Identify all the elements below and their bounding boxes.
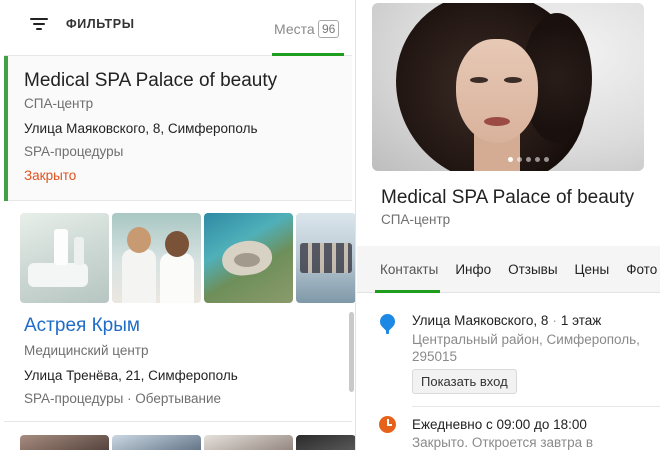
result-photo[interactable] xyxy=(296,435,355,450)
result-photo[interactable] xyxy=(112,213,201,303)
result-photo[interactable] xyxy=(20,213,109,303)
details-tabs: Контакты Инфо Отзывы Цены Фото xyxy=(380,262,660,277)
places-count-badge: 96 xyxy=(318,20,340,38)
tab-contacts[interactable]: Контакты xyxy=(380,262,438,277)
clock-icon xyxy=(379,416,396,433)
places-tab-label: Места xyxy=(274,21,315,37)
main-photo[interactable] xyxy=(372,3,644,171)
photo-pagination xyxy=(508,157,549,162)
address-street: Улица Маяковского, 8 xyxy=(412,313,549,328)
list-scrollbar[interactable] xyxy=(349,312,354,392)
result-title[interactable]: Medical SPA Palace of beauty xyxy=(24,70,277,92)
place-category: СПА-центр xyxy=(381,212,451,227)
tab-prices[interactable]: Цены xyxy=(575,262,610,277)
result-photos xyxy=(20,435,355,450)
address-floor: 1 этаж xyxy=(560,313,602,328)
result-photo[interactable] xyxy=(112,435,201,450)
result-photo[interactable] xyxy=(204,213,293,303)
results-panel: ФИЛЬТРЫ Места 96 Medical SPA Palace of b… xyxy=(0,0,356,450)
result-address: Улица Маяковского, 8, Симферополь xyxy=(24,121,258,136)
result-tags: SPA-процедуры · Обертывание xyxy=(24,391,222,406)
result-title-link[interactable]: Астрея Крым xyxy=(24,315,140,337)
photo-dot[interactable] xyxy=(544,157,549,162)
result-address: Улица Тренёва, 21, Симферополь xyxy=(24,368,238,383)
selected-indicator xyxy=(4,56,8,201)
divider xyxy=(412,406,660,407)
result-category: СПА-центр xyxy=(24,96,94,111)
result-photo[interactable] xyxy=(296,213,355,303)
result-card-partial[interactable] xyxy=(4,423,355,450)
active-tab-indicator xyxy=(375,290,440,293)
result-card[interactable]: Астрея Крым Медицинский центр Улица Трен… xyxy=(4,202,355,422)
tab-places[interactable]: Места 96 xyxy=(272,0,344,56)
result-status: Закрыто xyxy=(24,168,77,183)
map-pin-icon-stem xyxy=(386,326,389,334)
tab-info[interactable]: Инфо xyxy=(455,262,491,277)
opening-status[interactable]: Закрыто. Откроется завтра в xyxy=(412,435,593,450)
result-photo[interactable] xyxy=(204,435,293,450)
show-entrance-button[interactable]: Показать вход xyxy=(412,369,517,394)
photo-dot[interactable] xyxy=(517,157,522,162)
filters-button[interactable]: ФИЛЬТРЫ xyxy=(30,17,135,31)
filter-icon xyxy=(30,17,48,31)
list-header: ФИЛЬТРЫ Места 96 xyxy=(4,0,352,56)
details-panel: Medical SPA Palace of beauty СПА-центр К… xyxy=(357,0,660,450)
photo-dot-active[interactable] xyxy=(508,157,513,162)
photo-dot[interactable] xyxy=(535,157,540,162)
photo-dot[interactable] xyxy=(526,157,531,162)
tab-photos[interactable]: Фото xyxy=(626,262,657,277)
result-tags: SPA-процедуры xyxy=(24,144,124,159)
result-photo[interactable] xyxy=(20,435,109,450)
opening-hours: Ежедневно с 09:00 до 18:00 xyxy=(412,417,587,432)
address-area: Центральный район, Симферополь, 295015 xyxy=(412,332,640,364)
result-photos xyxy=(20,213,355,303)
filters-label: ФИЛЬТРЫ xyxy=(66,17,135,31)
result-card-selected[interactable]: Medical SPA Palace of beauty СПА-центр У… xyxy=(4,56,352,201)
result-category: Медицинский центр xyxy=(24,343,149,358)
place-title: Medical SPA Palace of beauty xyxy=(381,187,635,208)
address-line: Улица Маяковского, 8 · 1 этаж xyxy=(412,313,602,328)
tab-reviews[interactable]: Отзывы xyxy=(508,262,557,277)
